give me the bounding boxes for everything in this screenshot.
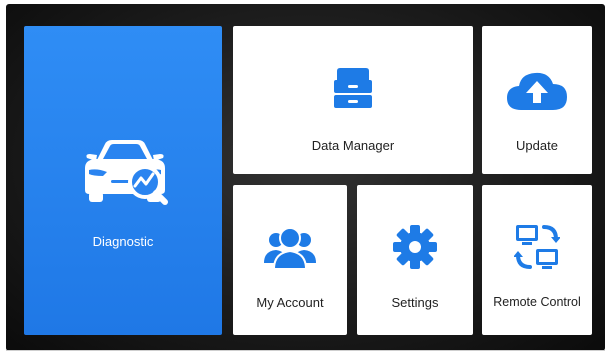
home-screen: Diagnostic Data Manager Update My Accoun… <box>6 4 605 351</box>
users-icon <box>264 227 316 274</box>
remote-sync-icon <box>513 221 561 278</box>
file-cabinet-icon <box>334 68 372 113</box>
data-manager-tile[interactable]: Data Manager <box>233 26 473 174</box>
my-account-label: My Account <box>256 295 324 310</box>
my-account-tile[interactable]: My Account <box>233 185 347 335</box>
cloud-upload-icon <box>507 72 567 115</box>
settings-tile[interactable]: Settings <box>357 185 473 335</box>
update-label: Update <box>516 138 558 153</box>
update-tile[interactable]: Update <box>482 26 592 174</box>
diagnostic-tile[interactable]: Diagnostic <box>24 26 222 335</box>
remote-control-label: Remote Control <box>493 295 581 309</box>
gear-icon <box>393 225 437 274</box>
diagnostic-label: Diagnostic <box>92 234 154 249</box>
bottom-divider <box>6 350 605 351</box>
data-manager-label: Data Manager <box>311 138 395 153</box>
car-diagnostic-icon <box>75 134 171 219</box>
settings-label: Settings <box>391 295 439 310</box>
device-screen: Diagnostic Data Manager Update My Accoun… <box>0 0 611 355</box>
remote-control-tile[interactable]: Remote Control <box>482 185 592 335</box>
